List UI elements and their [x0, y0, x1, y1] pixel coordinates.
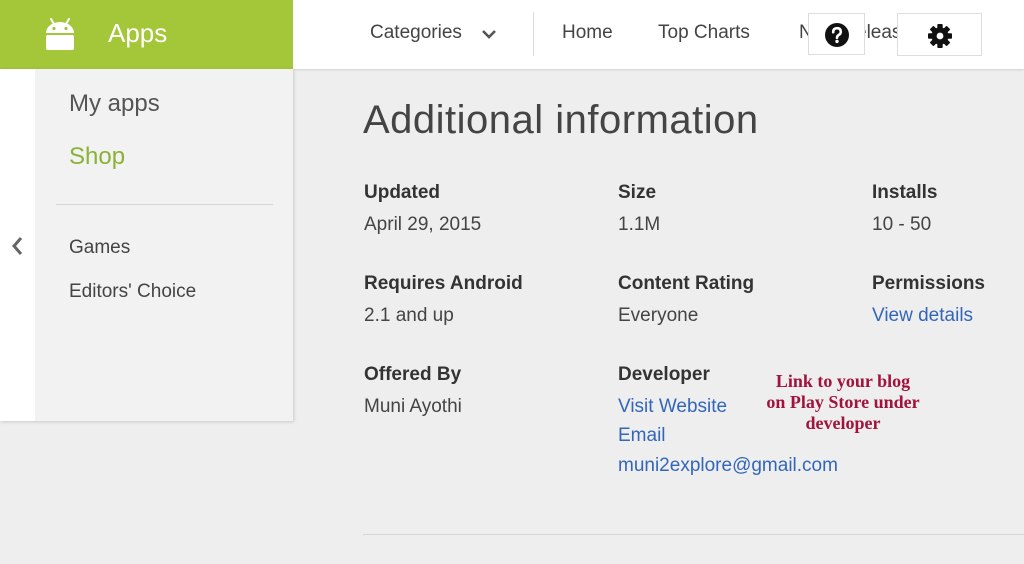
page-title: Additional information	[363, 98, 759, 142]
size-value: 1.1M	[618, 214, 661, 235]
offered-by-label: Offered By	[364, 364, 462, 385]
developer-label: Developer	[618, 364, 710, 385]
settings-button[interactable]	[897, 13, 982, 56]
nav-top-charts[interactable]: Top Charts	[658, 22, 750, 44]
help-button[interactable]	[808, 13, 865, 55]
sidebar-divider	[56, 204, 273, 205]
annotation-line-2: on Play Store under	[766, 392, 920, 412]
gear-icon	[928, 24, 952, 48]
sidebar-rail	[0, 69, 35, 421]
view-details-link[interactable]: View details	[872, 305, 973, 327]
visit-website-link[interactable]: Visit Website	[618, 396, 727, 418]
sidebar-item-shop[interactable]: Shop	[69, 143, 125, 171]
android-icon	[46, 18, 74, 50]
sidebar-item-games[interactable]: Games	[69, 237, 130, 259]
installs-value: 10 - 50	[872, 214, 932, 235]
sidebar-item-editors-choice[interactable]: Editors' Choice	[69, 281, 196, 303]
offered-by-value: Muni Ayothi	[364, 396, 462, 417]
apps-brand[interactable]: Apps	[0, 0, 293, 69]
content-rating-label: Content Rating	[618, 273, 755, 294]
permissions-label: Permissions	[872, 273, 985, 294]
requires-android-label: Requires Android	[364, 273, 523, 294]
top-bar: Apps Categories Home Top Charts New Rele…	[0, 0, 1024, 69]
installs-label: Installs	[872, 182, 938, 203]
annotation-line-1: Link to your blog	[775, 371, 911, 391]
annotation-callout: Link to your blog on Play Store under de…	[752, 371, 934, 434]
sidebar: My apps Shop Games Editors' Choice	[0, 69, 293, 421]
requires-android-value: 2.1 and up	[364, 305, 454, 326]
size-label: Size	[618, 182, 657, 203]
nav-home[interactable]: Home	[562, 22, 613, 44]
annotation-line-3: developer	[805, 413, 881, 433]
content-rating-value: Everyone	[618, 305, 699, 326]
updated-label: Updated	[364, 182, 440, 203]
chevron-down-icon[interactable]	[481, 28, 497, 40]
nav-divider	[533, 12, 534, 56]
categories-menu[interactable]: Categories	[370, 22, 462, 44]
help-icon	[825, 23, 849, 47]
developer-email-link[interactable]: muni2explore@gmail.com	[618, 455, 838, 477]
chevron-left-icon[interactable]	[10, 235, 24, 257]
section-divider	[363, 534, 1024, 535]
sidebar-item-my-apps[interactable]: My apps	[69, 90, 160, 118]
email-link[interactable]: Email	[618, 425, 666, 447]
updated-value: April 29, 2015	[364, 214, 482, 235]
brand-title: Apps	[108, 18, 168, 48]
